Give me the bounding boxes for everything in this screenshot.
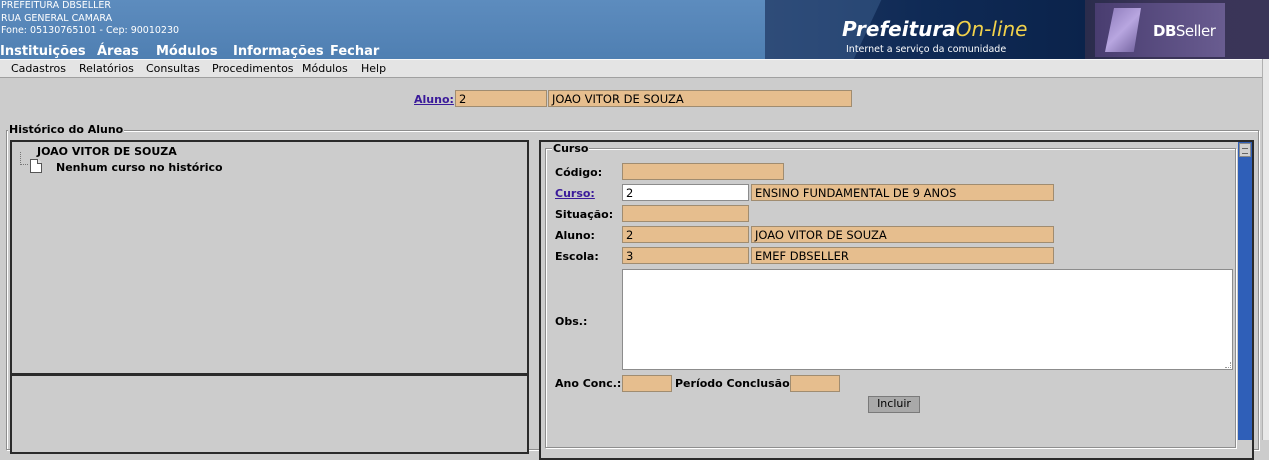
tree-root-student[interactable]: JOAO VITOR DE SOUZA — [37, 145, 177, 158]
escola-name-field: EMEF DBSELLER — [751, 247, 1054, 264]
escola-code-field: 3 — [622, 247, 749, 264]
periodo-label: Período Conclusão: — [675, 377, 795, 390]
main-menu-fechar[interactable]: Fechar — [330, 44, 379, 59]
logo-brand-accent: On-line — [955, 17, 1028, 41]
page-scrollbar[interactable] — [1262, 59, 1269, 440]
main-menu-informacoes[interactable]: Informações — [233, 44, 324, 59]
scrollbar-thumb[interactable] — [1239, 143, 1251, 157]
menu-cadastros[interactable]: Cadastros — [11, 62, 66, 75]
resize-handle-icon[interactable] — [1225, 362, 1231, 368]
tree-connector — [20, 152, 28, 165]
situacao-field — [622, 205, 749, 222]
codigo-label: Código: — [555, 166, 603, 179]
main-menu-areas[interactable]: Áreas — [97, 44, 139, 59]
aluno-code-field: 2 — [622, 226, 749, 243]
dbseller-logo-rest: Seller — [1175, 22, 1216, 40]
prefeitura-online-logo: PrefeituraOn-line Internet a serviço da … — [765, 0, 1085, 59]
obs-textarea[interactable] — [622, 269, 1233, 370]
document-icon — [30, 159, 42, 173]
aluno-label: Aluno: — [555, 229, 595, 242]
top-aluno-name-field: JOAO VITOR DE SOUZA — [548, 90, 852, 107]
menu-consultas[interactable]: Consultas — [146, 62, 200, 75]
top-aluno-link[interactable]: Aluno: — [414, 93, 454, 106]
logo-tagline: Internet a serviço da comunidade — [846, 44, 1007, 55]
dbseller-logo: DBSeller — [1085, 0, 1269, 59]
obs-text — [623, 270, 1232, 274]
top-aluno-code-field: 2 — [455, 90, 547, 107]
situacao-label: Situação: — [555, 208, 614, 221]
main-menu-instituicoes[interactable]: Instituições — [0, 44, 86, 59]
ano-conc-input[interactable] — [622, 375, 672, 392]
header-banner: PREFEITURA DBSELLER RUA GENERAL CAMARA F… — [0, 0, 1269, 59]
curso-name-field: ENSINO FUNDAMENTAL DE 9 ANOS — [751, 184, 1054, 201]
escola-label: Escola: — [555, 250, 599, 263]
curso-legend: Curso — [552, 142, 590, 155]
curso-panel-scrollbar[interactable] — [1238, 142, 1252, 440]
aluno-name-field: JOAO VITOR DE SOUZA — [751, 226, 1054, 243]
history-detail-panel — [10, 374, 529, 454]
ano-conc-label: Ano Conc.: — [555, 377, 622, 390]
incluir-button[interactable]: Incluir — [868, 396, 920, 413]
historico-legend: Histórico do Aluno — [8, 123, 125, 136]
menu-relatorios[interactable]: Relatórios — [79, 62, 134, 75]
curso-code-input[interactable]: 2 — [622, 184, 749, 201]
menubar: Cadastros Relatórios Consultas Procedime… — [0, 59, 1262, 78]
main-menu-modulos[interactable]: Módulos — [156, 44, 218, 59]
obs-label: Obs.: — [555, 315, 588, 328]
menu-modulos[interactable]: Módulos — [302, 62, 348, 75]
codigo-field — [622, 163, 784, 180]
institution-info: PREFEITURA DBSELLER RUA GENERAL CAMARA F… — [1, 0, 179, 38]
tree-item-no-course[interactable]: Nenhum curso no histórico — [56, 161, 223, 174]
periodo-input[interactable] — [790, 375, 840, 392]
curso-link[interactable]: Curso: — [555, 187, 595, 200]
dbseller-logo-bold: DB — [1153, 22, 1176, 40]
institution-contact: Fone: 05130765101 - Cep: 90010230 — [1, 25, 180, 36]
history-tree-panel — [10, 140, 529, 375]
institution-address: RUA GENERAL CAMARA — [1, 12, 113, 24]
menu-procedimentos[interactable]: Procedimentos — [212, 62, 294, 75]
institution-name: PREFEITURA DBSELLER — [1, 0, 111, 11]
menu-help[interactable]: Help — [361, 62, 386, 75]
logo-brand-text: Prefeitura — [842, 17, 956, 41]
